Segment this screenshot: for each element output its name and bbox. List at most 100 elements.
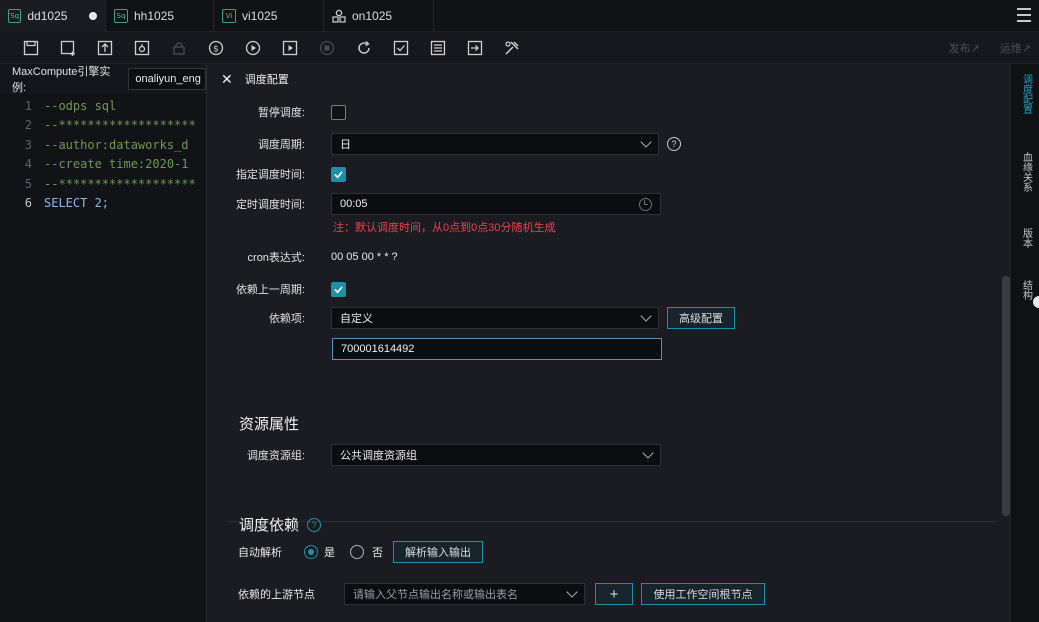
advanced-config-button[interactable]: 高级配置: [667, 307, 735, 329]
specify-time-label: 指定调度时间:: [235, 169, 305, 181]
stop-icon: [319, 40, 334, 55]
resource-section-title: 资源属性: [239, 416, 300, 433]
menu-icon[interactable]: [1017, 8, 1031, 22]
use-root-node-button[interactable]: 使用工作空间根节点: [641, 583, 765, 605]
sql-file-icon: Sq: [8, 9, 22, 23]
upload-button[interactable]: [86, 34, 123, 62]
save-button[interactable]: [12, 34, 49, 62]
format-button[interactable]: [382, 34, 419, 62]
toolbar: $ 发布↗ 运维↗: [0, 32, 1039, 64]
chevron-down-icon: [642, 447, 654, 459]
help-icon[interactable]: ?: [667, 137, 681, 151]
code-review-icon: [430, 40, 445, 55]
depend-item-label: 依赖项:: [268, 313, 305, 325]
depend-input[interactable]: 700001614492: [332, 338, 662, 360]
cost-estimate-icon: $: [208, 40, 223, 55]
engine-select[interactable]: onaliyun_eng: [128, 68, 206, 90]
timed-note-row: 注：默认调度时间，从0点到0点30分随机生成: [333, 219, 555, 235]
parse-io-button[interactable]: 解析输入输出: [393, 541, 483, 563]
steal-lock-icon: [134, 40, 149, 55]
depend-item-row: 依赖项: 自定义 高级配置: [207, 307, 735, 329]
auto-parse-label: 自动解析: [238, 547, 282, 559]
deploy-button[interactable]: [456, 34, 493, 62]
code-line: 4 --create time:2020-1: [24, 157, 189, 172]
timed-value: 00:05: [340, 198, 368, 210]
clock-icon: [639, 197, 652, 211]
save-icon: [23, 40, 38, 55]
period-select[interactable]: 日: [331, 133, 659, 155]
close-icon[interactable]: ✕: [221, 71, 233, 88]
panel-scrollbar[interactable]: [1002, 276, 1010, 516]
rail-schedule-config[interactable]: 调度配置: [1011, 74, 1039, 114]
tab-dd1025[interactable]: Sq dd1025: [0, 0, 106, 32]
auto-parse-no-radio[interactable]: [350, 545, 364, 559]
timed-note: 注：默认调度时间，从0点到0点30分随机生成: [333, 222, 556, 234]
publish-link[interactable]: 发布↗: [949, 40, 980, 56]
run-with-params-button[interactable]: [271, 34, 308, 62]
upstream-select[interactable]: 请输入父节点输出名称或输出表名: [344, 583, 585, 605]
check-icon: [334, 285, 343, 293]
format-icon: [393, 40, 408, 55]
stop-button[interactable]: [308, 34, 345, 62]
reload-button[interactable]: [345, 34, 382, 62]
user-group-icon: [332, 9, 346, 23]
lock-button[interactable]: [160, 34, 197, 62]
steal-lock-button[interactable]: [123, 34, 160, 62]
upstream-label: 依赖的上游节点: [238, 589, 315, 601]
resource-group-select[interactable]: 公共调度资源组: [331, 444, 661, 466]
tab-vi1025[interactable]: Vi vi1025: [214, 0, 324, 32]
check-icon: [334, 170, 343, 178]
panel-header: ✕ 调度配置: [207, 64, 1010, 94]
tab-title: dd1025: [27, 9, 68, 23]
code-editor[interactable]: 1 --odps sql 2 --******************* 3 --au…: [0, 94, 206, 622]
cron-row: cron表达式: 00 05 00 * * ?: [207, 249, 398, 265]
pause-label: 暂停调度:: [257, 107, 305, 119]
section-divider: [227, 521, 997, 522]
chevron-down-icon: [640, 136, 652, 148]
code-line: 3 --author:dataworks_d: [24, 137, 189, 152]
schedule-config-panel: ✕ 调度配置 暂停调度: 调度周期: 日 ? 指定调度时间: 定时调度时间: 0…: [206, 64, 1010, 622]
timed-row: 定时调度时间: 00:05: [207, 193, 661, 215]
period-row: 调度周期: 日 ?: [207, 133, 681, 155]
timed-label: 定时调度时间:: [235, 199, 305, 211]
code-line: 5 --*******************: [24, 176, 196, 191]
svg-text:$: $: [213, 44, 219, 54]
toolbar-right: 发布↗ 运维↗: [949, 32, 1031, 64]
run-with-params-icon: [282, 40, 297, 55]
depend-prev-label: 依赖上一周期:: [235, 284, 305, 296]
upstream-placeholder: 请输入父节点输出名称或输出表名: [353, 589, 518, 601]
cost-estimate-button[interactable]: $: [197, 34, 234, 62]
timed-input[interactable]: 00:05: [331, 193, 661, 215]
ops-link[interactable]: 运维↗: [1000, 40, 1031, 56]
help-icon[interactable]: ?: [307, 517, 322, 532]
cron-label: cron表达式:: [247, 252, 305, 264]
save-as-button[interactable]: [49, 34, 86, 62]
sql-file-icon: Sq: [114, 9, 128, 23]
auto-parse-row: 自动解析 是 否 解析输入输出: [238, 541, 483, 563]
lock-icon: [172, 41, 185, 55]
depend-item-select[interactable]: 自定义: [331, 307, 659, 329]
chevron-down-icon: [640, 310, 652, 322]
upload-icon: [97, 40, 112, 55]
drag-handle[interactable]: [1033, 296, 1039, 308]
rail-version[interactable]: 版本: [1011, 228, 1039, 248]
no-label: 否: [372, 547, 383, 559]
virtual-node-icon: Vi: [222, 9, 236, 23]
depend-prev-checkbox[interactable]: [331, 281, 346, 297]
pause-checkbox[interactable]: [331, 104, 346, 120]
tools-button[interactable]: [493, 34, 530, 62]
tab-bar: Sq dd1025 Sq hh1025 Vi vi1025 on1025: [0, 0, 1039, 32]
resource-group-value: 公共调度资源组: [340, 450, 417, 462]
panel-title: 调度配置: [244, 74, 289, 86]
rail-lineage[interactable]: 血缘关系: [1011, 152, 1039, 192]
code-review-button[interactable]: [419, 34, 456, 62]
tab-on1025[interactable]: on1025: [324, 0, 434, 32]
tab-title: hh1025: [134, 9, 175, 23]
add-upstream-button[interactable]: +: [595, 583, 633, 605]
tab-hh1025[interactable]: Sq hh1025: [106, 0, 214, 32]
specify-time-checkbox[interactable]: [331, 166, 346, 182]
tab-title: on1025: [352, 9, 393, 23]
chevron-down-icon: [566, 586, 578, 598]
auto-parse-yes-radio[interactable]: [304, 545, 318, 559]
run-button[interactable]: [234, 34, 271, 62]
